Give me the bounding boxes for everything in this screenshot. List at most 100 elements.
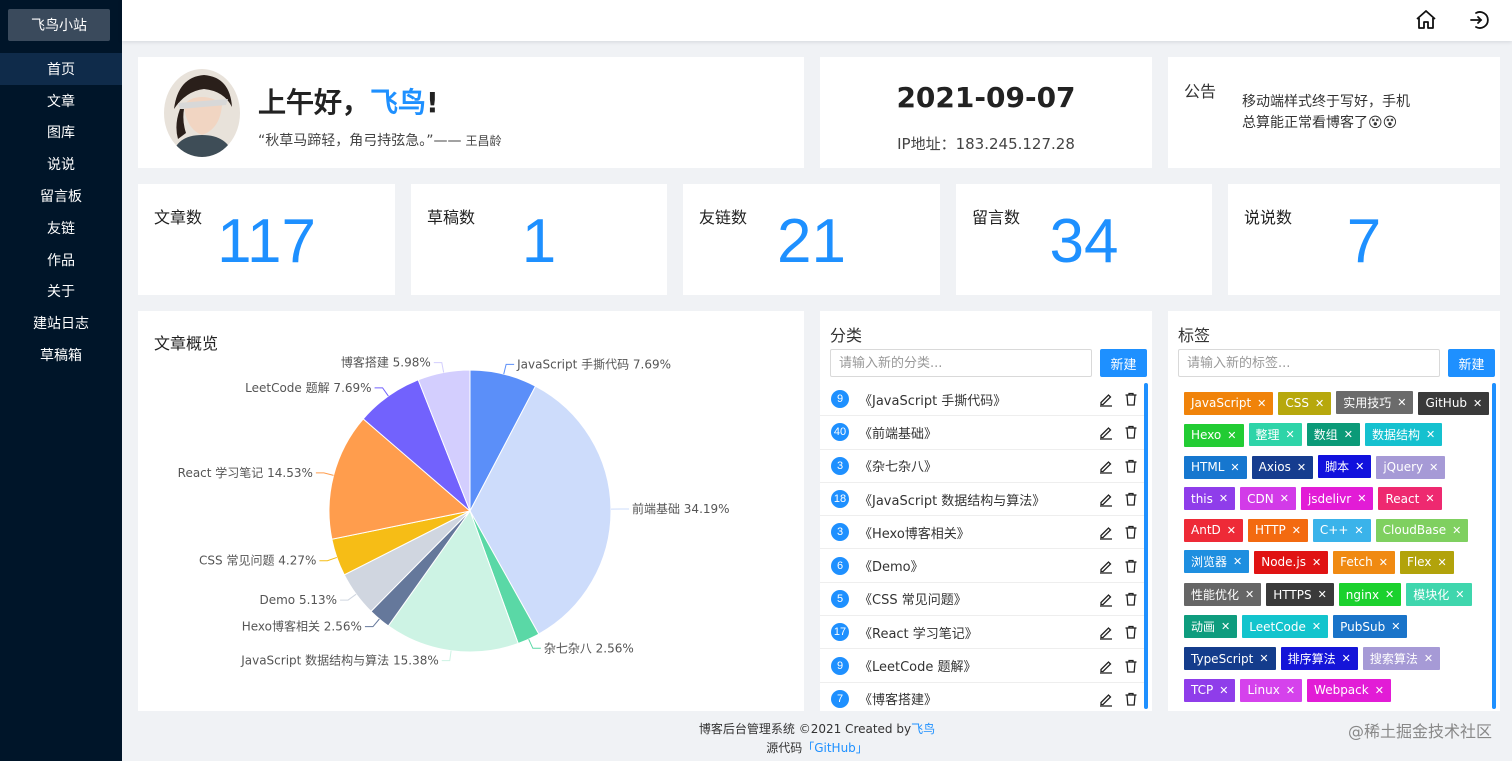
edit-icon[interactable] [1098, 558, 1114, 574]
trash-icon[interactable] [1123, 591, 1139, 607]
close-icon[interactable]: ✕ [1219, 684, 1228, 697]
tag-chip[interactable]: 整理 ✕ [1248, 423, 1302, 447]
sidebar-item-articles[interactable]: 文章 [0, 85, 122, 117]
sidebar-item-links[interactable]: 友链 [0, 212, 122, 244]
close-icon[interactable]: ✕ [1259, 652, 1268, 665]
close-icon[interactable]: ✕ [1257, 397, 1266, 410]
close-icon[interactable]: ✕ [1391, 620, 1400, 633]
trash-icon[interactable] [1123, 458, 1139, 474]
tag-chip[interactable]: 性能优化 ✕ [1184, 582, 1262, 606]
tag-chip[interactable]: AntD ✕ [1184, 518, 1243, 542]
close-icon[interactable]: ✕ [1426, 428, 1435, 441]
footer-github-link[interactable]: 「GitHub」 [802, 741, 868, 755]
add-category-button[interactable]: 新建 [1100, 349, 1147, 377]
edit-icon[interactable] [1098, 624, 1114, 640]
tag-chip[interactable]: HTTP ✕ [1247, 518, 1308, 542]
tag-chip[interactable]: CloudBase ✕ [1375, 518, 1469, 542]
tag-chip[interactable]: 数据结构 ✕ [1364, 423, 1443, 447]
category-input[interactable] [830, 349, 1092, 377]
tag-input[interactable] [1178, 349, 1440, 377]
close-icon[interactable]: ✕ [1227, 429, 1236, 442]
tag-chip[interactable]: TypeScript ✕ [1184, 647, 1276, 671]
tag-chip[interactable]: LeetCode ✕ [1242, 615, 1329, 639]
tag-chip[interactable]: HTML ✕ [1184, 455, 1247, 479]
category-name[interactable]: 《LeetCode 题解》 [859, 656, 1098, 675]
close-icon[interactable]: ✕ [1297, 461, 1306, 474]
sidebar-item-about[interactable]: 关于 [0, 276, 122, 308]
tag-chip[interactable]: Node.js ✕ [1254, 550, 1329, 574]
trash-icon[interactable] [1123, 658, 1139, 674]
sidebar-item-gallery[interactable]: 图库 [0, 117, 122, 149]
trash-icon[interactable] [1123, 491, 1139, 507]
close-icon[interactable]: ✕ [1355, 460, 1364, 473]
category-name[interactable]: 《React 学习笔记》 [859, 623, 1098, 642]
sidebar-item-talks[interactable]: 说说 [0, 148, 122, 180]
tag-chip[interactable]: Flex ✕ [1399, 550, 1454, 574]
edit-icon[interactable] [1098, 391, 1114, 407]
close-icon[interactable]: ✕ [1312, 620, 1321, 633]
category-name[interactable]: 《Demo》 [859, 556, 1098, 575]
close-icon[interactable]: ✕ [1379, 556, 1388, 569]
tag-chip[interactable]: C++ ✕ [1312, 518, 1371, 542]
close-icon[interactable]: ✕ [1315, 397, 1324, 410]
close-icon[interactable]: ✕ [1429, 461, 1438, 474]
tag-chip[interactable]: GitHub ✕ [1418, 391, 1490, 415]
edit-icon[interactable] [1098, 658, 1114, 674]
tag-chip[interactable]: Fetch ✕ [1333, 550, 1395, 574]
tag-chip[interactable]: 动画 ✕ [1184, 614, 1238, 638]
close-icon[interactable]: ✕ [1292, 524, 1301, 537]
sidebar-item-drafts[interactable]: 草稿箱 [0, 339, 122, 371]
close-icon[interactable]: ✕ [1375, 684, 1384, 697]
footer-author-link[interactable]: 飞鸟 [911, 722, 935, 736]
sidebar-item-site-log[interactable]: 建站日志 [0, 307, 122, 339]
trash-icon[interactable] [1123, 524, 1139, 540]
close-icon[interactable]: ✕ [1455, 588, 1464, 601]
tag-chip[interactable]: 实用技巧 ✕ [1336, 391, 1414, 414]
close-icon[interactable]: ✕ [1357, 492, 1366, 505]
trash-icon[interactable] [1123, 558, 1139, 574]
trash-icon[interactable] [1123, 391, 1139, 407]
close-icon[interactable]: ✕ [1280, 492, 1289, 505]
close-icon[interactable]: ✕ [1227, 524, 1236, 537]
close-icon[interactable]: ✕ [1245, 588, 1254, 601]
sidebar-item-guestbook[interactable]: 留言板 [0, 180, 122, 212]
close-icon[interactable]: ✕ [1397, 396, 1406, 409]
close-icon[interactable]: ✕ [1473, 397, 1482, 410]
tag-chip[interactable]: nginx ✕ [1338, 583, 1402, 607]
close-icon[interactable]: ✕ [1318, 588, 1327, 601]
category-name[interactable]: 《Hexo博客相关》 [859, 523, 1098, 542]
close-icon[interactable]: ✕ [1312, 556, 1321, 569]
close-icon[interactable]: ✕ [1342, 652, 1351, 665]
category-name[interactable]: 《前端基础》 [859, 423, 1098, 442]
tag-scrollbar[interactable] [1492, 383, 1496, 709]
stat-card-links[interactable]: 友链数 21 [683, 184, 940, 295]
edit-icon[interactable] [1098, 691, 1114, 707]
close-icon[interactable]: ✕ [1437, 556, 1446, 569]
edit-icon[interactable] [1098, 524, 1114, 540]
stat-card-drafts[interactable]: 草稿数 1 [411, 184, 667, 295]
avatar[interactable] [164, 69, 240, 157]
close-icon[interactable]: ✕ [1344, 428, 1353, 441]
edit-icon[interactable] [1098, 424, 1114, 441]
tag-chip[interactable]: PubSub ✕ [1333, 615, 1408, 639]
edit-icon[interactable] [1098, 591, 1114, 607]
trash-icon[interactable] [1123, 691, 1139, 707]
logout-icon[interactable] [1468, 8, 1492, 32]
close-icon[interactable]: ✕ [1221, 620, 1230, 633]
home-icon[interactable] [1414, 8, 1438, 32]
trash-icon[interactable] [1123, 424, 1139, 440]
tag-chip[interactable]: TCP ✕ [1184, 678, 1236, 702]
close-icon[interactable]: ✕ [1233, 555, 1242, 568]
tag-chip[interactable]: Linux ✕ [1240, 678, 1303, 702]
tag-chip[interactable]: 搜索算法 ✕ [1362, 646, 1441, 670]
edit-icon[interactable] [1098, 458, 1114, 474]
tag-chip[interactable]: 浏览器 ✕ [1184, 550, 1250, 574]
edit-icon[interactable] [1098, 491, 1114, 507]
tag-chip[interactable]: this ✕ [1184, 487, 1236, 511]
tag-chip[interactable]: jsdelivr ✕ [1300, 487, 1374, 511]
close-icon[interactable]: ✕ [1286, 428, 1295, 441]
stat-card-messages[interactable]: 留言数 34 [956, 184, 1212, 295]
close-icon[interactable]: ✕ [1286, 684, 1295, 697]
tag-chip[interactable]: 模块化 ✕ [1406, 582, 1472, 606]
close-icon[interactable]: ✕ [1219, 492, 1228, 505]
